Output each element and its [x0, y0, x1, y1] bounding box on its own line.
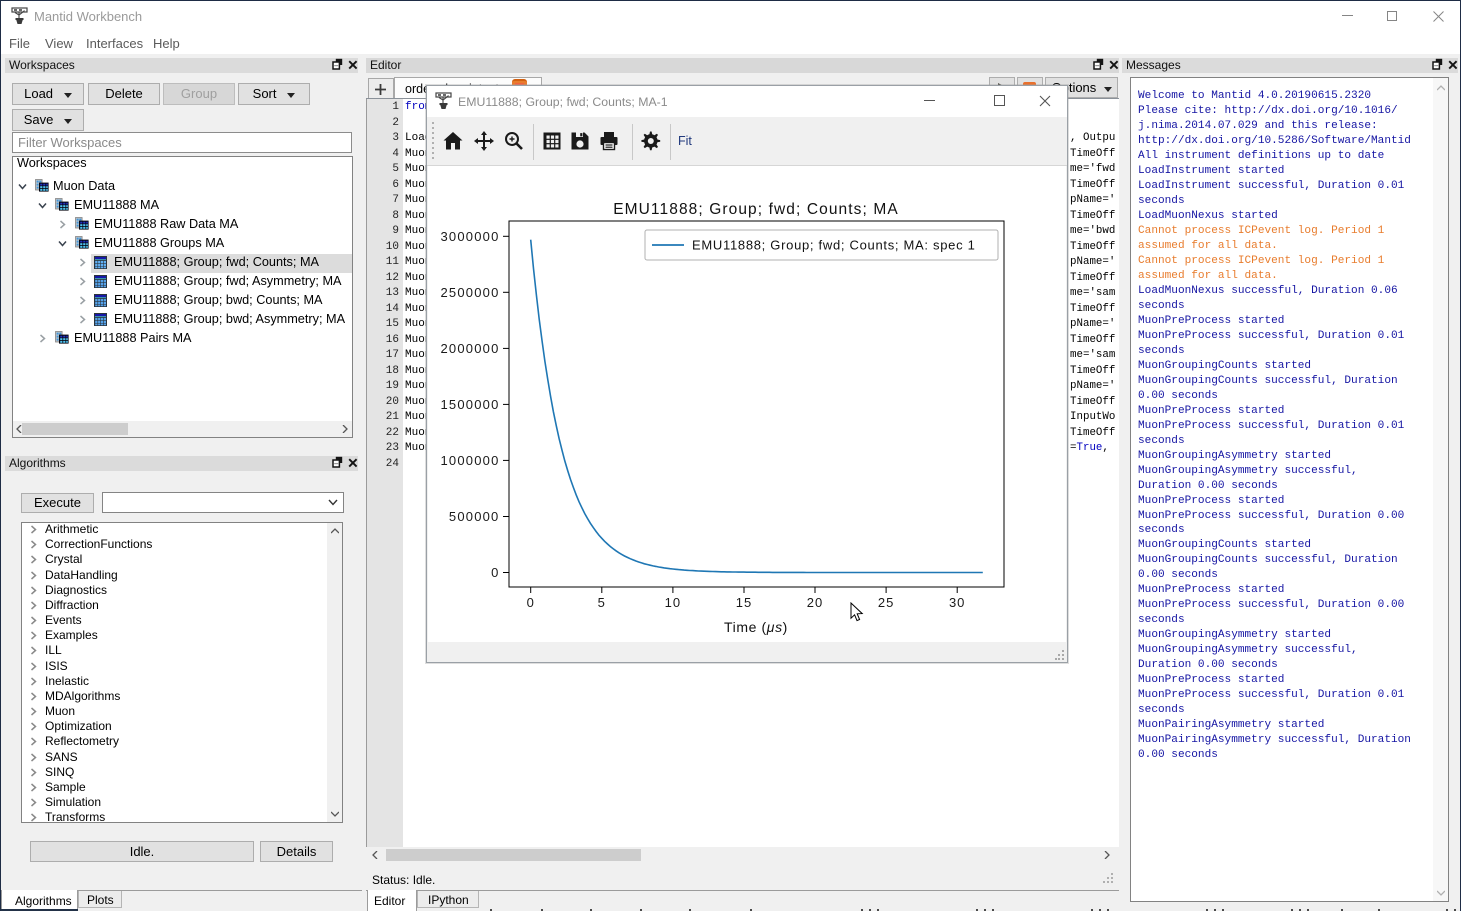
- svg-text:10: 10: [665, 595, 681, 610]
- svg-text:25: 25: [878, 595, 894, 610]
- svg-text:500000: 500000: [449, 509, 500, 524]
- svg-text:3000000: 3000000: [440, 229, 499, 244]
- svg-text:2000000: 2000000: [440, 341, 499, 356]
- svg-text:1000000: 1000000: [440, 453, 499, 468]
- svg-text:EMU11888; Group; fwd; Counts;: EMU11888; Group; fwd; Counts; MA: [613, 201, 899, 218]
- svg-text:5: 5: [598, 595, 606, 610]
- svg-text:1500000: 1500000: [440, 397, 499, 412]
- svg-text:0: 0: [491, 565, 499, 580]
- svg-text:Time (μs): Time (μs): [724, 619, 788, 635]
- svg-text:2500000: 2500000: [440, 285, 499, 300]
- svg-text:0: 0: [527, 595, 535, 610]
- svg-text:30: 30: [949, 595, 965, 610]
- svg-text:20: 20: [807, 595, 823, 610]
- svg-text:EMU11888; Group; fwd; Counts;: EMU11888; Group; fwd; Counts; MA: spec 1: [692, 238, 976, 253]
- svg-text:15: 15: [736, 595, 752, 610]
